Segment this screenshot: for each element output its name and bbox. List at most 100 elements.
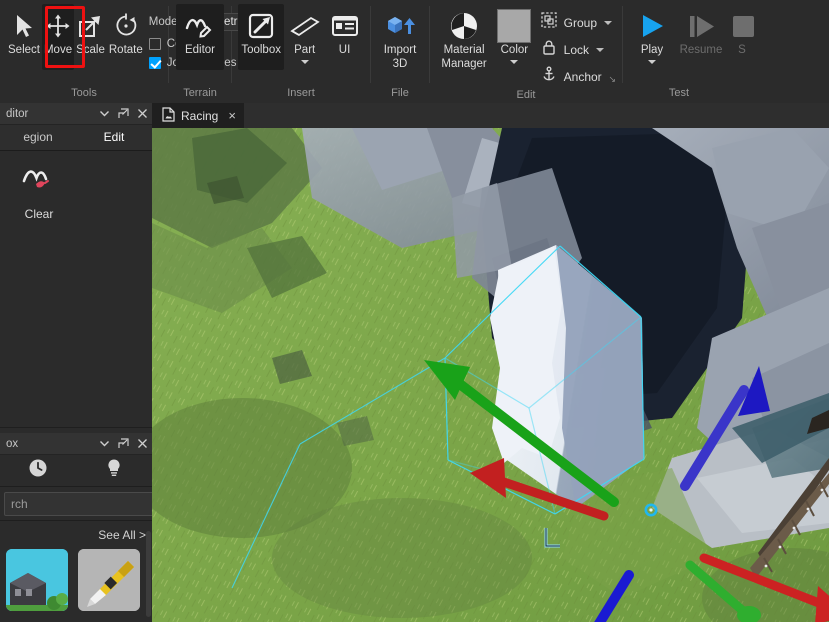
toolbox-hammer-icon (247, 9, 275, 43)
group-icon (540, 12, 557, 33)
edit-dialog-launcher[interactable]: ↘ (608, 74, 616, 85)
join-surfaces-checkbox[interactable] (148, 57, 161, 69)
part-wedge-icon (289, 9, 321, 43)
terrain-clear-label: Clear (24, 207, 54, 221)
play-button[interactable]: Play (629, 4, 675, 70)
ribbon-group-label-insert: Insert (287, 87, 315, 99)
toolbox-category-row (0, 455, 152, 487)
toolbox-inspiration-tab[interactable] (76, 458, 152, 483)
asset-thumbnail-flashlight[interactable] (78, 549, 140, 611)
color-caret-down-icon[interactable] (510, 59, 519, 64)
ribbon-group-insert: Toolbox Part UI Insert (232, 0, 370, 103)
ribbon-group-label-file: File (391, 87, 409, 99)
terrain-editor-button[interactable]: Editor (176, 4, 224, 70)
group-caret-down-icon[interactable] (604, 20, 612, 25)
collisions-checkbox[interactable] (148, 38, 161, 50)
roblox-studio-window: Select Move Scale Rotate Mode: Tools Edi… (0, 0, 829, 622)
ribbon-group-tools: Select Move Scale Rotate Mode: Tools (0, 0, 268, 103)
insert-ui-button[interactable]: UI (325, 4, 364, 70)
import-3d-icon (385, 9, 415, 43)
insert-toolbox-button[interactable]: Toolbox (238, 4, 285, 70)
ribbon-group-label-test: Test (668, 87, 690, 99)
scene-render (152, 128, 829, 622)
cursor-arrow-icon (13, 9, 35, 43)
recent-clock-icon (28, 458, 48, 483)
terrain-tab-edit[interactable]: Edit (76, 125, 152, 151)
terrain-editor-icon (185, 9, 215, 43)
lock-caret-down-icon[interactable] (596, 47, 604, 52)
viewport-3d-scene[interactable] (152, 128, 829, 622)
toolbox-panel: ox rch See All > (0, 433, 207, 622)
terrain-clear-button[interactable]: Clear (8, 165, 70, 221)
scale-arrow-icon (77, 9, 103, 43)
ribbon-group-terrain: Editor Terrain (169, 0, 231, 103)
color-button[interactable]: Color (492, 4, 537, 70)
tool-scale-label: Scale (76, 44, 105, 56)
tool-rotate-button[interactable]: Rotate (107, 4, 145, 70)
ribbon-group-label-tools: Tools (71, 87, 97, 99)
ribbon-toolbar: Select Move Scale Rotate Mode: Tools Edi… (0, 0, 829, 103)
play-caret-down-icon[interactable] (648, 59, 656, 64)
undock-icon[interactable] (118, 108, 129, 119)
rotate-circle-icon (113, 9, 139, 43)
terrain-editor-title: ditor (6, 107, 29, 120)
document-tab-racing[interactable]: Racing × (152, 103, 244, 128)
import-3d-label-line1: Import (383, 44, 417, 56)
move-arrows-icon (45, 9, 71, 43)
close-icon[interactable] (137, 438, 148, 449)
terrain-editor-label: Editor (184, 44, 216, 56)
toolbox-title: ox (6, 437, 19, 450)
terrain-tool-list: Clear (0, 151, 152, 221)
toolbox-see-all-row: See All > (0, 521, 152, 549)
document-tab-label: Racing (181, 108, 219, 123)
group-button[interactable]: Group (540, 12, 612, 33)
lock-button[interactable]: Lock (541, 39, 612, 60)
tool-move-label: Move (43, 44, 73, 56)
undock-icon[interactable] (118, 438, 129, 449)
color-swatch (497, 9, 532, 43)
material-manager-button[interactable]: Material Manager (436, 4, 492, 72)
toolbox-title-bar: ox (0, 433, 152, 455)
stop-icon (730, 9, 754, 43)
ribbon-group-edit: Material Manager Color Group Lock Anchor… (430, 0, 622, 103)
close-icon[interactable] (137, 108, 148, 119)
document-tab-bar: Racing × (152, 103, 829, 128)
asset-thumbnail-building[interactable] (6, 549, 68, 611)
insert-part-button[interactable]: Part (284, 4, 325, 70)
toolbox-search-input[interactable] (11, 496, 166, 511)
toolbox-recent-tab[interactable] (0, 458, 76, 483)
chevron-down-icon[interactable] (99, 438, 110, 449)
import-3d-button[interactable]: Import 3D (377, 4, 423, 72)
see-all-link[interactable]: See All > (98, 528, 146, 542)
toolbox-asset-grid (0, 549, 152, 611)
play-label: Play (640, 44, 664, 56)
terrain-editor-panel: ditor egion Edit Clear (0, 103, 152, 428)
resume-icon (686, 9, 716, 43)
insert-part-label: Part (294, 44, 316, 56)
terrain-clear-icon (22, 165, 56, 200)
toolbox-scrollbar[interactable] (146, 531, 151, 617)
anchor-icon (541, 66, 557, 87)
terrain-editor-title-bar: ditor (0, 103, 152, 125)
tool-select-button[interactable]: Select (6, 4, 42, 70)
tool-select-label: Select (8, 44, 40, 56)
resume-button[interactable]: Resume (675, 4, 727, 70)
stop-button[interactable]: S (727, 4, 757, 70)
part-caret-down-icon[interactable] (300, 59, 309, 64)
ribbon-group-test: Play Resume S Test (623, 0, 829, 103)
tool-rotate-label: Rotate (108, 44, 143, 56)
color-label: Color (500, 44, 529, 56)
toolbox-search-row (0, 487, 207, 521)
lock-label: Lock (563, 42, 589, 57)
place-document-icon (162, 106, 175, 125)
group-label: Group (563, 15, 597, 30)
chevron-down-icon[interactable] (99, 108, 110, 119)
close-icon[interactable]: × (228, 108, 236, 123)
material-sphere-icon (449, 9, 479, 43)
viewport-container: Racing × (152, 103, 829, 622)
tool-move-button[interactable]: Move (41, 4, 75, 70)
edit-small-buttons: Group Lock Anchor (537, 4, 616, 87)
anchor-button[interactable]: Anchor (541, 66, 612, 87)
tool-scale-button[interactable]: Scale (74, 4, 107, 70)
terrain-tab-region[interactable]: egion (0, 125, 76, 151)
